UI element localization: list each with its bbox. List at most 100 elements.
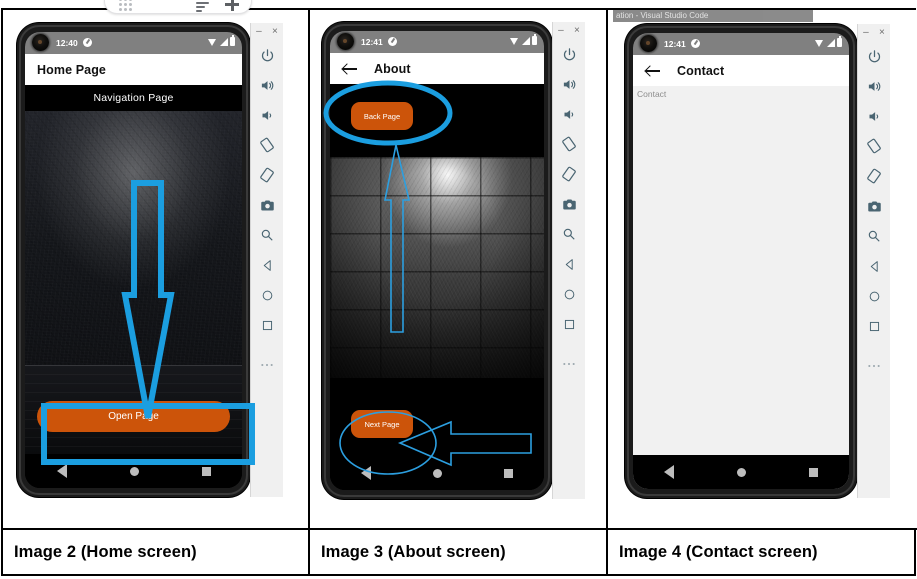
phone-frame: 12:40 Home Page Navigation Page Open Pag… (17, 23, 250, 497)
camera-icon[interactable] (251, 190, 284, 220)
wifi-icon (815, 40, 824, 47)
more-icon[interactable] (553, 339, 586, 379)
rotate-left-icon[interactable] (858, 131, 891, 161)
back-icon[interactable] (858, 251, 891, 281)
rotate-right-icon[interactable] (251, 160, 284, 190)
emulator-side-toolbar: – × (552, 22, 585, 499)
signal-icon (219, 38, 228, 46)
phone-frame: 12:41 About Back Page Next Page (322, 22, 552, 499)
camera-punch-hole (640, 35, 657, 52)
overview-icon[interactable] (858, 311, 891, 341)
rotate-left-icon[interactable] (553, 129, 586, 159)
figure-cell-about: 12:41 About Back Page Next Page – × (310, 10, 608, 528)
signal-icon (826, 39, 835, 47)
back-page-button[interactable]: Back Page (351, 102, 413, 130)
volume-up-icon[interactable] (553, 69, 586, 99)
emulator-window-home: 12:40 Home Page Navigation Page Open Pag… (17, 23, 283, 497)
android-nav-bar (330, 456, 544, 490)
caption-about: Image 3 (About screen) (310, 528, 608, 574)
volume-up-icon[interactable] (251, 70, 284, 100)
emulator-side-toolbar: – × (857, 24, 890, 498)
camera-punch-hole (337, 33, 354, 50)
figure-cell-home: 12:40 Home Page Navigation Page Open Pag… (3, 10, 310, 528)
android-nav-bar (633, 455, 849, 489)
nav-back-icon[interactable] (56, 464, 67, 478)
back-arrow-icon[interactable] (645, 63, 661, 79)
window-controls: – × (553, 22, 585, 39)
minimize-button[interactable]: – (558, 25, 564, 36)
camera-icon[interactable] (553, 189, 586, 219)
camera-icon[interactable] (858, 191, 891, 221)
back-icon[interactable] (553, 249, 586, 279)
overview-icon[interactable] (251, 310, 284, 340)
close-button[interactable]: × (879, 27, 885, 38)
power-icon[interactable] (858, 41, 891, 71)
status-bar: 12:41 (330, 31, 544, 53)
battery-icon (532, 34, 537, 45)
power-icon[interactable] (553, 39, 586, 69)
app-bar-title: Contact (677, 63, 725, 78)
more-icon[interactable] (251, 340, 284, 380)
rotate-right-icon[interactable] (553, 159, 586, 189)
close-button[interactable]: × (574, 25, 580, 36)
status-time: 12:41 (664, 39, 686, 49)
app-grid-icon[interactable] (119, 0, 132, 11)
battery-icon (837, 36, 842, 47)
home-icon[interactable] (553, 279, 586, 309)
figure-cell-contact: ation - Visual Studio Code 12:41 Contact… (608, 10, 917, 528)
nav-home-icon[interactable] (736, 467, 746, 477)
overview-icon[interactable] (553, 309, 586, 339)
minimize-button[interactable]: – (863, 27, 869, 38)
more-icon[interactable] (858, 341, 891, 381)
nav-overview-icon[interactable] (808, 467, 818, 477)
app-bar-title: Home Page (37, 62, 106, 77)
nav-overview-icon[interactable] (201, 466, 211, 476)
home-icon[interactable] (858, 281, 891, 311)
home-icon[interactable] (251, 280, 284, 310)
zoom-icon[interactable] (553, 219, 586, 249)
volume-down-icon[interactable] (251, 100, 284, 130)
figure-page: 12:40 Home Page Navigation Page Open Pag… (0, 0, 917, 579)
contact-body-text: Contact (637, 89, 667, 99)
nav-home-icon[interactable] (433, 468, 442, 478)
status-app-icon (388, 37, 397, 46)
nav-back-icon[interactable] (361, 466, 371, 480)
nav-overview-icon[interactable] (504, 468, 513, 478)
status-bar: 12:40 (25, 32, 242, 54)
window-controls: – × (251, 23, 283, 40)
nav-home-icon[interactable] (129, 466, 139, 476)
background-image (330, 157, 544, 378)
close-button[interactable]: × (272, 26, 278, 37)
rotate-left-icon[interactable] (251, 130, 284, 160)
volume-up-icon[interactable] (858, 71, 891, 101)
plus-icon[interactable] (225, 0, 239, 11)
status-indicators (815, 36, 842, 47)
volume-down-icon[interactable] (858, 101, 891, 131)
zoom-icon[interactable] (251, 220, 284, 250)
zoom-icon[interactable] (858, 221, 891, 251)
camera-punch-hole (32, 34, 49, 51)
volume-down-icon[interactable] (553, 99, 586, 129)
phone-screen: 12:40 Home Page Navigation Page Open Pag… (25, 32, 242, 488)
minimize-button[interactable]: – (256, 26, 262, 37)
back-icon[interactable] (251, 250, 284, 280)
window-controls: – × (858, 24, 890, 41)
back-arrow-icon[interactable] (342, 61, 358, 77)
floating-toolbar-fragment (104, 0, 252, 14)
phone-screen: 12:41 About Back Page Next Page (330, 31, 544, 490)
status-app-icon (691, 39, 700, 48)
caption-home: Image 2 (Home screen) (3, 528, 310, 574)
app-bar: About (330, 53, 544, 84)
app-body: Navigation Page Open Page (25, 85, 242, 488)
emulator-side-toolbar: – × (250, 23, 283, 497)
app-bar: Home Page (25, 54, 242, 85)
rotate-right-icon[interactable] (858, 161, 891, 191)
next-page-button[interactable]: Next Page (351, 410, 413, 438)
open-page-button[interactable]: Open Page (37, 401, 230, 432)
emulator-window-about: 12:41 About Back Page Next Page – × (322, 22, 585, 499)
sort-lines-icon[interactable] (196, 2, 209, 12)
emulator-window-contact: 12:41 Contact Contact – × (625, 24, 890, 498)
power-icon[interactable] (251, 40, 284, 70)
nav-back-icon[interactable] (664, 465, 675, 479)
phone-screen: 12:41 Contact Contact (633, 33, 849, 489)
